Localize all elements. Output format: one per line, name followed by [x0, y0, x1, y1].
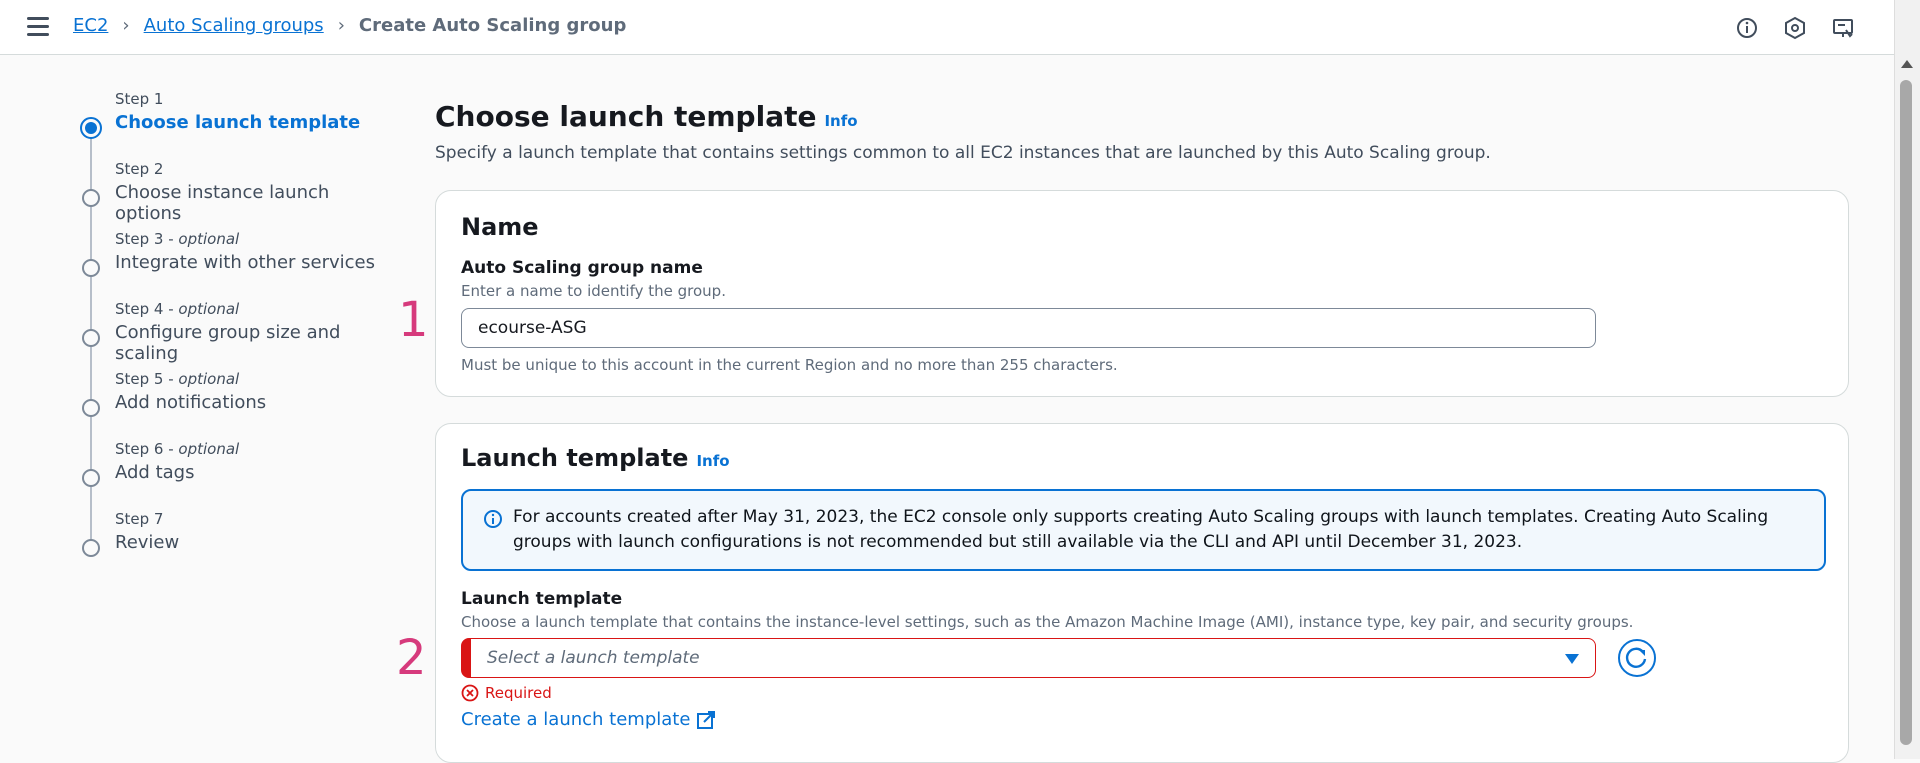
- step-number: Step 1: [115, 90, 164, 108]
- page-info-link[interactable]: Info: [824, 112, 857, 130]
- step-number: Step 6 - optional: [115, 440, 240, 458]
- step-6[interactable]: Step 6 - optional Add tags: [80, 440, 380, 510]
- hamburger-menu-icon[interactable]: [27, 17, 49, 37]
- main-content: Choose launch template Info Specify a lau…: [435, 100, 1852, 763]
- step-number: Step 2: [115, 160, 164, 178]
- step-number: Step 7: [115, 510, 164, 528]
- asg-name-input[interactable]: [461, 308, 1596, 348]
- step-2[interactable]: Step 2 Choose instance launch options: [80, 160, 380, 230]
- name-card-heading: Name: [461, 213, 539, 241]
- step-title: Configure group size and scaling: [115, 322, 341, 364]
- step-number: Step 3 - optional: [115, 230, 240, 248]
- refresh-icon: [1625, 647, 1647, 668]
- launch-config-info-alert: For accounts created after May 31, 2023,…: [461, 489, 1826, 571]
- chevron-right-icon: ›: [122, 15, 130, 36]
- create-launch-template-link[interactable]: Create a launch template: [461, 709, 716, 730]
- step-number: Step 5 - optional: [115, 370, 240, 388]
- alert-text: For accounts created after May 31, 2023,…: [513, 507, 1769, 552]
- asg-name-label: Auto Scaling group name: [461, 258, 703, 278]
- asg-name-description: Enter a name to identify the group.: [461, 282, 726, 300]
- breadcrumb-ec2-link[interactable]: EC2: [73, 15, 108, 36]
- launch-template-select[interactable]: Select a launch template: [461, 638, 1596, 678]
- launch-template-placeholder: Select a launch template: [487, 648, 700, 668]
- page-title: Choose launch template: [435, 100, 817, 133]
- settings-hex-icon[interactable]: [1783, 16, 1807, 40]
- top-icon-group: [1735, 16, 1855, 40]
- step-circle-icon: [82, 259, 100, 277]
- step-circle-icon: [82, 189, 100, 207]
- step-title: Choose instance launch options: [115, 182, 330, 224]
- refresh-button[interactable]: [1618, 639, 1656, 677]
- step-5[interactable]: Step 5 - optional Add notifications: [80, 370, 380, 440]
- create-launch-template-text: Create a launch template: [461, 709, 691, 730]
- chevron-right-icon: ›: [337, 15, 345, 36]
- required-error: Required: [461, 684, 552, 702]
- launch-template-description: Choose a launch template that contains t…: [461, 613, 1634, 631]
- step-title: Add notifications: [115, 392, 267, 413]
- launch-template-info-link[interactable]: Info: [696, 452, 729, 470]
- step-title: Choose launch template: [115, 112, 361, 133]
- asg-name-constraint: Must be unique to this account in the cu…: [461, 356, 1118, 374]
- step-number: Step 4 - optional: [115, 300, 240, 318]
- launch-template-heading: Launch template: [461, 444, 689, 472]
- step-title: Integrate with other services: [115, 252, 375, 273]
- step-7[interactable]: Step 7 Review: [80, 510, 380, 580]
- external-link-icon: [697, 710, 716, 729]
- launch-template-card: Launch template Info For accounts created…: [435, 423, 1849, 763]
- breadcrumb-current: Create Auto Scaling group: [358, 15, 627, 36]
- step-1[interactable]: Step 1 Choose launch template: [80, 90, 380, 160]
- name-card: Name Auto Scaling group name Enter a nam…: [435, 190, 1849, 397]
- annotation-number-1: 1: [398, 292, 429, 348]
- caret-down-icon: [1565, 654, 1579, 664]
- error-x-icon: [461, 684, 479, 702]
- step-circle-icon: [82, 329, 100, 347]
- required-error-text: Required: [485, 684, 552, 702]
- page-header: Choose launch template Info: [435, 100, 1852, 133]
- page-description: Specify a launch template that contains …: [435, 143, 1491, 163]
- step-title: Review: [115, 532, 180, 553]
- step-3[interactable]: Step 3 - optional Integrate with other s…: [80, 230, 380, 300]
- feedback-icon[interactable]: [1831, 16, 1855, 40]
- launch-template-label: Launch template: [461, 589, 623, 609]
- top-navigation-bar: EC2 › Auto Scaling groups › Create Auto …: [0, 0, 1895, 55]
- scrollbar-thumb[interactable]: [1900, 80, 1912, 745]
- annotation-number-2: 2: [396, 630, 427, 686]
- breadcrumb: EC2 › Auto Scaling groups › Create Auto …: [73, 15, 626, 36]
- scroll-up-arrow-icon[interactable]: [1901, 60, 1913, 68]
- info-circle-icon[interactable]: [1735, 16, 1759, 40]
- breadcrumb-asg-link[interactable]: Auto Scaling groups: [144, 15, 324, 36]
- step-circle-icon: [82, 399, 100, 417]
- step-circle-icon: [82, 539, 100, 557]
- page-scrollbar[interactable]: [1894, 0, 1920, 759]
- step-circle-icon: [82, 469, 100, 487]
- wizard-steps: Step 1 Choose launch template Step 2 Cho…: [80, 90, 380, 580]
- step-title: Add tags: [115, 462, 195, 483]
- step-4[interactable]: Step 4 - optional Configure group size a…: [80, 300, 380, 370]
- info-circle-icon: [484, 510, 502, 528]
- step-active-icon: [80, 117, 102, 139]
